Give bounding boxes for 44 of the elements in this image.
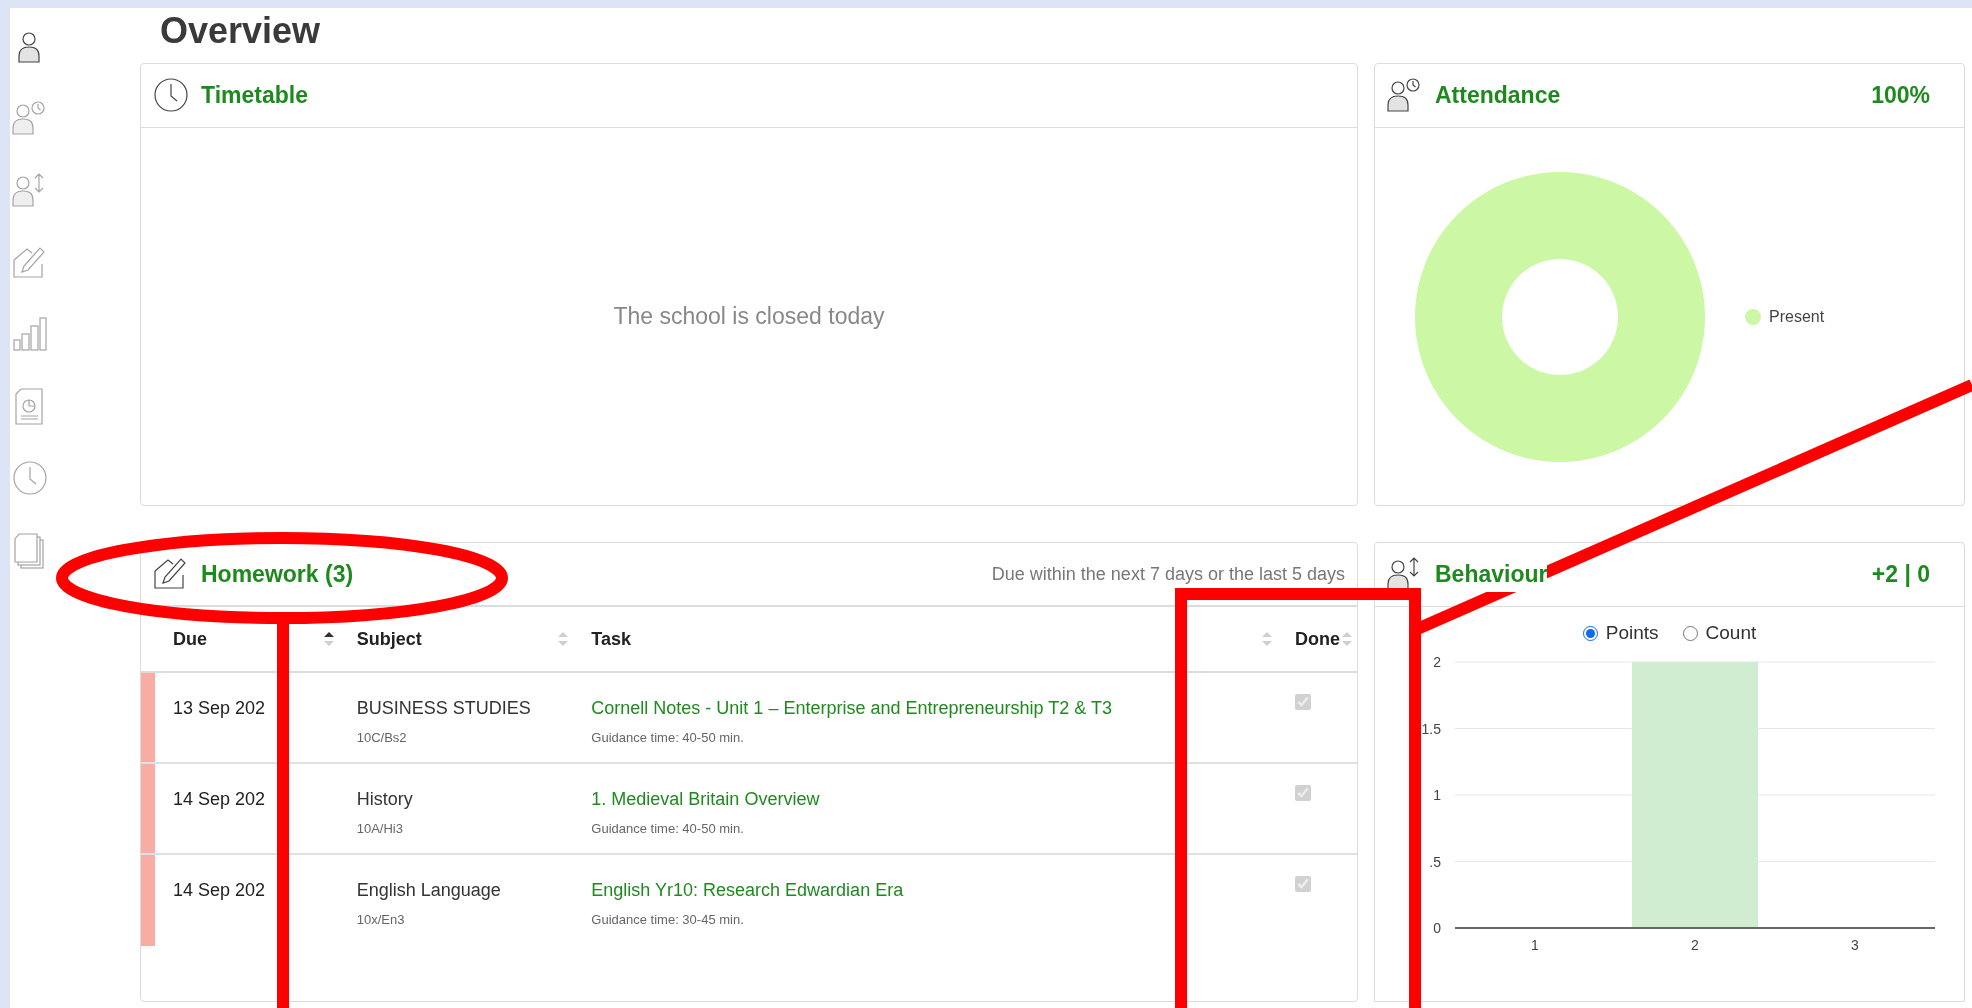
bar-chart-icon — [12, 316, 48, 354]
task-link[interactable]: English Yr10: Research Edwardian Era — [591, 877, 904, 904]
behaviour-value: +2 | 0 — [1871, 560, 1930, 590]
class-code: 10A/Hi3 — [356, 820, 403, 838]
x-tick-label: 2 — [1691, 936, 1699, 953]
due-date: 14 Sep 202 — [173, 789, 266, 809]
x-tick-label: 3 — [1851, 936, 1859, 953]
mode-radio[interactable]: Points — [1582, 619, 1659, 648]
clock-icon — [12, 460, 48, 498]
card-title: Homework (3) — [201, 559, 354, 589]
guidance-time: Guidance time: 40-50 min. — [591, 820, 744, 838]
column-header[interactable]: Task — [573, 625, 1278, 653]
column-header[interactable]: Done — [1277, 625, 1357, 653]
guidance-time: Guidance time: 30-45 min. — [591, 911, 744, 929]
empty-message: The school is closed today — [613, 302, 885, 332]
card-title: Attendance — [1435, 81, 1561, 111]
sort-icon[interactable] — [322, 630, 335, 648]
task-link[interactable]: 1. Medieval Britain Overview — [591, 786, 820, 813]
class-code: 10C/Bs2 — [356, 729, 407, 747]
mode-radio[interactable]: Count — [1682, 619, 1757, 648]
task-link[interactable]: Cornell Notes - Unit 1 – Enterprise and Entrepreneurship T2 & T3 — [591, 695, 1112, 722]
due-date: 13 Sep 202 — [173, 698, 266, 718]
y-tick-label: 1.5 — [1421, 720, 1441, 736]
y-tick-label: 0 — [1433, 919, 1441, 936]
y-tick-label: .5 — [1429, 853, 1441, 869]
y-tick-label: 2 — [1433, 653, 1441, 670]
column-header[interactable]: Subject — [338, 625, 574, 653]
y-tick-label: 1 — [1433, 786, 1441, 803]
clock-icon — [153, 76, 189, 115]
page-title: Overview — [159, 9, 322, 53]
due-date: 14 Sep 202 — [173, 880, 266, 900]
person-clock-icon — [1387, 76, 1423, 115]
column-header[interactable]: Due — [141, 625, 339, 653]
subject-name: History — [356, 788, 413, 811]
legend-label: Present — [1769, 306, 1825, 327]
person-clock-icon — [12, 100, 48, 138]
guidance-time: Guidance time: 40-50 min. — [591, 729, 744, 747]
x-tick-label: 1 — [1531, 936, 1539, 953]
attendance-value: 100% — [1871, 81, 1930, 111]
card-note: Due within the next 7 days or the last 5 days — [991, 562, 1345, 586]
class-code: 10x/En3 — [356, 911, 405, 929]
card-title: Timetable — [201, 81, 308, 111]
subject-name: English Language — [356, 879, 501, 902]
subject-name: BUSINESS STUDIES — [356, 697, 531, 720]
